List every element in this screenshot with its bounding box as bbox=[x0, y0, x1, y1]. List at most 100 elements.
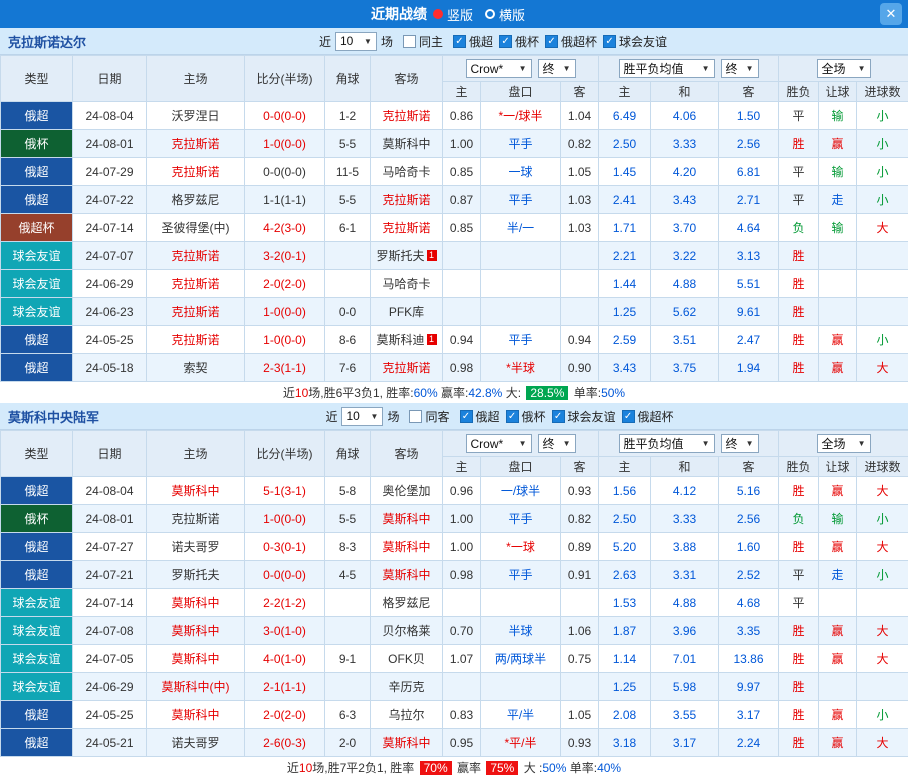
ah-away-odds: 0.93 bbox=[561, 729, 599, 757]
odds-state-select[interactable]: 终▼ bbox=[721, 59, 759, 78]
league-type-badge: 俄超杯 bbox=[1, 214, 73, 242]
away-team[interactable]: OFK贝 bbox=[371, 645, 443, 673]
same-venue-checkbox[interactable]: 同客 bbox=[409, 408, 449, 425]
goals-result: 小 bbox=[857, 701, 908, 729]
corners: 5-8 bbox=[325, 477, 371, 505]
odds-type-select[interactable]: 胜平负均值▼ bbox=[619, 59, 715, 78]
away-team[interactable]: 乌拉尔 bbox=[371, 701, 443, 729]
league-filters: ✓俄超 ✓俄杯 ✓俄超杯 ✓球会友谊 bbox=[447, 33, 667, 50]
close-button[interactable]: ✕ bbox=[880, 3, 902, 25]
league-filter-checkbox[interactable]: ✓俄杯 bbox=[506, 408, 546, 425]
eu-home-odds: 1.25 bbox=[599, 298, 651, 326]
same-venue-checkbox[interactable]: 同主 bbox=[403, 33, 443, 50]
away-team[interactable]: 克拉斯诺 bbox=[371, 186, 443, 214]
home-team[interactable]: 圣彼得堡(中) bbox=[147, 214, 245, 242]
home-team[interactable]: 莫斯科中 bbox=[147, 477, 245, 505]
home-team[interactable]: 莫斯科中 bbox=[147, 617, 245, 645]
summary-segment: 单率: bbox=[570, 384, 601, 401]
bookmaker-select[interactable]: Crow*▼ bbox=[466, 434, 532, 453]
eu-away-odds: 2.24 bbox=[719, 729, 779, 757]
bookmaker-select[interactable]: Crow*▼ bbox=[466, 59, 532, 78]
home-team[interactable]: 克拉斯诺 bbox=[147, 270, 245, 298]
ah-home-odds: 0.86 bbox=[443, 102, 481, 130]
team-section: 克拉斯诺达尔 近 10▼ 场 同主 ✓俄超✓俄杯✓俄超杯✓球会友谊 bbox=[0, 28, 908, 403]
ah-line: 平手 bbox=[481, 186, 561, 214]
league-filter-checkbox[interactable]: ✓俄超 bbox=[453, 33, 493, 50]
away-team[interactable]: 奥伦堡加 bbox=[371, 477, 443, 505]
away-team[interactable]: 莫斯科中 bbox=[371, 561, 443, 589]
home-team[interactable]: 克拉斯诺 bbox=[147, 505, 245, 533]
vertical-layout-radio[interactable]: 竖版 bbox=[433, 5, 473, 24]
away-team[interactable]: 莫斯科迪1 bbox=[371, 326, 443, 354]
eu-home-odds: 1.25 bbox=[599, 673, 651, 701]
home-team[interactable]: 诺夫哥罗 bbox=[147, 729, 245, 757]
home-team[interactable]: 诺夫哥罗 bbox=[147, 533, 245, 561]
match-date: 24-07-22 bbox=[73, 186, 147, 214]
match-date: 24-08-01 bbox=[73, 130, 147, 158]
scope-select[interactable]: 全场▼ bbox=[817, 434, 871, 453]
bookmaker-state-select[interactable]: 终▼ bbox=[538, 59, 576, 78]
home-team[interactable]: 克拉斯诺 bbox=[147, 158, 245, 186]
league-filter-checkbox[interactable]: ✓俄超杯 bbox=[545, 33, 597, 50]
result: 胜 bbox=[779, 645, 819, 673]
home-team[interactable]: 莫斯科中 bbox=[147, 589, 245, 617]
home-team[interactable]: 克拉斯诺 bbox=[147, 242, 245, 270]
corners: 2-0 bbox=[325, 729, 371, 757]
match-row: 俄超24-08-04沃罗涅日0-0(0-0)1-2克拉斯诺0.86*一/球半1.… bbox=[1, 102, 908, 130]
away-team[interactable]: 辛历克 bbox=[371, 673, 443, 701]
ah-line: 半球 bbox=[481, 617, 561, 645]
summary-segment: 近 bbox=[287, 759, 299, 776]
horizontal-layout-radio[interactable]: 横版 bbox=[485, 5, 525, 24]
home-team[interactable]: 克拉斯诺 bbox=[147, 298, 245, 326]
league-filter-checkbox[interactable]: ✓俄超杯 bbox=[622, 408, 674, 425]
league-type-badge: 俄超 bbox=[1, 326, 73, 354]
ah-home-odds: 0.98 bbox=[443, 354, 481, 382]
home-team[interactable]: 克拉斯诺 bbox=[147, 130, 245, 158]
bookmaker-state-select[interactable]: 终▼ bbox=[538, 434, 576, 453]
league-filter-checkbox[interactable]: ✓球会友谊 bbox=[552, 408, 616, 425]
home-team[interactable]: 莫斯科中(中) bbox=[147, 673, 245, 701]
eu-away-odds: 1.50 bbox=[719, 102, 779, 130]
league-filter-checkbox[interactable]: ✓球会友谊 bbox=[603, 33, 667, 50]
away-team[interactable]: 克拉斯诺 bbox=[371, 102, 443, 130]
match-row: 球会友谊24-06-23克拉斯诺1-0(0-0)0-0PFK库1.255.629… bbox=[1, 298, 908, 326]
away-team[interactable]: 贝尔格莱 bbox=[371, 617, 443, 645]
eu-draw-odds: 5.62 bbox=[651, 298, 719, 326]
section-header-band: 莫斯科中央陆军 近 10▼ 场 同客 ✓俄超✓俄杯✓球会友谊✓俄超杯 bbox=[0, 403, 908, 430]
checkbox-icon: ✓ bbox=[622, 410, 635, 423]
league-filter-checkbox[interactable]: ✓俄杯 bbox=[499, 33, 539, 50]
home-team[interactable]: 索契 bbox=[147, 354, 245, 382]
away-team[interactable]: PFK库 bbox=[371, 298, 443, 326]
home-team[interactable]: 莫斯科中 bbox=[147, 701, 245, 729]
away-team[interactable]: 莫斯科中 bbox=[371, 130, 443, 158]
away-team[interactable]: 克拉斯诺 bbox=[371, 354, 443, 382]
home-team[interactable]: 沃罗涅日 bbox=[147, 102, 245, 130]
away-team[interactable]: 莫斯科中 bbox=[371, 729, 443, 757]
corners: 0-0 bbox=[325, 298, 371, 326]
europe-odds-controls: 胜平负均值▼ 终▼ bbox=[599, 431, 779, 457]
league-filter-checkbox[interactable]: ✓俄超 bbox=[460, 408, 500, 425]
handicap-result: 赢 bbox=[819, 477, 857, 505]
scope-select[interactable]: 全场▼ bbox=[817, 59, 871, 78]
away-team[interactable]: 罗斯托夫1 bbox=[371, 242, 443, 270]
away-team[interactable]: 马哈奇卡 bbox=[371, 270, 443, 298]
away-team[interactable]: 莫斯科中 bbox=[371, 505, 443, 533]
col-goals: 进球数 bbox=[857, 457, 908, 477]
home-team[interactable]: 克拉斯诺 bbox=[147, 326, 245, 354]
match-count-select[interactable]: 10▼ bbox=[335, 32, 377, 51]
odds-type-select[interactable]: 胜平负均值▼ bbox=[619, 434, 715, 453]
home-team[interactable]: 罗斯托夫 bbox=[147, 561, 245, 589]
ah-home-odds: 1.00 bbox=[443, 130, 481, 158]
odds-state-select[interactable]: 终▼ bbox=[721, 434, 759, 453]
away-team[interactable]: 克拉斯诺 bbox=[371, 214, 443, 242]
away-team[interactable]: 马哈奇卡 bbox=[371, 158, 443, 186]
checkbox-icon: ✓ bbox=[552, 410, 565, 423]
match-count-select[interactable]: 10▼ bbox=[341, 407, 383, 426]
league-type-badge: 俄超 bbox=[1, 533, 73, 561]
away-team[interactable]: 格罗兹尼 bbox=[371, 589, 443, 617]
home-team[interactable]: 格罗兹尼 bbox=[147, 186, 245, 214]
away-team[interactable]: 莫斯科中 bbox=[371, 533, 443, 561]
col-date: 日期 bbox=[73, 431, 147, 477]
home-team[interactable]: 莫斯科中 bbox=[147, 645, 245, 673]
matches-tbody: 俄超24-08-04莫斯科中5-1(3-1)5-8奥伦堡加0.96一/球半0.9… bbox=[1, 477, 908, 757]
